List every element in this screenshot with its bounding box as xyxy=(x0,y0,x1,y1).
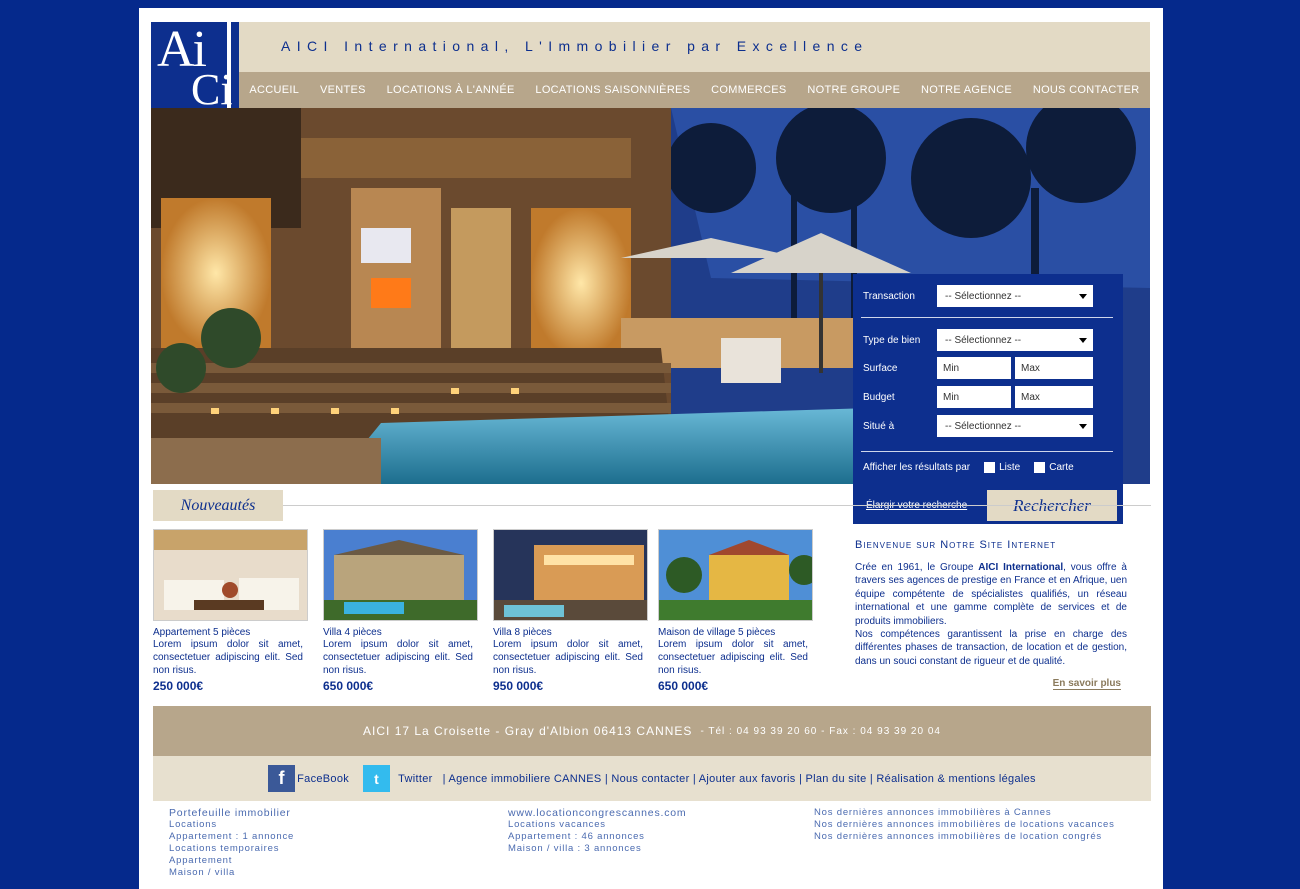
listing-price: 250 000€ xyxy=(153,679,204,693)
listing-price: 650 000€ xyxy=(323,679,374,693)
situe-select[interactable]: -- Sélectionnez -- xyxy=(937,415,1093,437)
welcome-heading: Bienvenue sur Notre Site Internet xyxy=(855,539,1057,551)
budget-label: Budget xyxy=(863,391,895,403)
listing-title: Villa 8 pièces xyxy=(493,627,552,638)
footer-link[interactable]: Maison / villa xyxy=(169,867,294,879)
section-divider xyxy=(153,505,1151,506)
surface-min-input[interactable]: Min xyxy=(937,357,1011,379)
welcome-text-a: Crée en 1961, le Groupe xyxy=(855,562,979,573)
listing-price: 650 000€ xyxy=(658,679,709,693)
search-panel: Transaction -- Sélectionnez -- Type de b… xyxy=(853,274,1123,524)
listing-photo[interactable] xyxy=(493,529,648,621)
nav-accueil[interactable]: ACCUEIL xyxy=(249,84,299,96)
listing-title: Appartement 5 pièces xyxy=(153,627,251,638)
nav-locations-annee[interactable]: LOCATIONS À L'ANNÉE xyxy=(387,84,515,96)
listing-card[interactable]: Maison de village 5 pièces Lorem ipsum d… xyxy=(658,529,813,693)
footer-link[interactable]: Nos dernières annonces immobilières à Ca… xyxy=(814,807,1115,819)
facebook-link[interactable]: FaceBook xyxy=(297,773,349,785)
listing-price: 950 000€ xyxy=(493,679,544,693)
logo-bar xyxy=(227,22,231,108)
welcome-brand: AICI International xyxy=(978,562,1064,573)
footer-link[interactable]: Locations xyxy=(169,819,294,831)
budget-min-input[interactable]: Min xyxy=(937,386,1011,408)
surface-max-input[interactable]: Max xyxy=(1015,357,1093,379)
listing-card[interactable]: Appartement 5 pièces Lorem ipsum dolor s… xyxy=(153,529,308,693)
footer-col-3: Nos dernières annonces immobilières à Ca… xyxy=(814,807,1115,843)
footer-col-2: www.locationcongrescannes.com Locations … xyxy=(508,807,686,855)
listing-photo[interactable] xyxy=(323,529,478,621)
footer-link[interactable]: Appartement xyxy=(169,855,294,867)
liste-label: Liste xyxy=(999,462,1021,473)
situe-row: Situé à -- Sélectionnez -- xyxy=(863,415,1093,437)
listing-title: Villa 4 pièces xyxy=(323,627,382,638)
address-bar: AICI 17 La Croisette - Gray d'Albion 064… xyxy=(153,706,1151,756)
surface-label: Surface xyxy=(863,362,898,374)
en-savoir-plus-link[interactable]: En savoir plus xyxy=(1052,678,1121,690)
nav-ventes[interactable]: VENTES xyxy=(320,84,366,96)
search-divider xyxy=(861,317,1113,318)
listing-photo[interactable] xyxy=(658,529,813,621)
listing-photo[interactable] xyxy=(153,529,308,621)
footer-link[interactable]: Portefeuille immobilier xyxy=(169,807,294,819)
social-bar: f FaceBook t Twitter | Agence immobilier… xyxy=(153,756,1151,801)
footer-col-1: Portefeuille immobilier Locations Appart… xyxy=(169,807,294,879)
transaction-row: Transaction -- Sélectionnez -- xyxy=(863,285,1093,307)
type-select[interactable]: -- Sélectionnez -- xyxy=(937,329,1093,351)
transaction-label: Transaction xyxy=(863,290,915,302)
logo[interactable]: Ai Ci xyxy=(151,21,239,114)
budget-max-input[interactable]: Max xyxy=(1015,386,1093,408)
twitter-icon[interactable]: t xyxy=(363,765,391,792)
footer-link[interactable]: Appartement : 46 annonces xyxy=(508,831,686,843)
phone-fax-text: - Tél : 04 93 39 20 60 - Fax : 04 93 39 … xyxy=(700,725,941,737)
listing-desc: Lorem ipsum dolor sit amet, consectetuer… xyxy=(153,639,303,676)
header: Ai Ci AICI International, L'Immobilier p… xyxy=(151,21,1150,114)
budget-row: Budget Min Max xyxy=(863,386,1097,408)
footer-link[interactable]: Locations vacances xyxy=(508,819,686,831)
footer-link[interactable]: Nos dernières annonces immobilières de l… xyxy=(814,819,1115,831)
nav-locations-saisonnieres[interactable]: LOCATIONS SAISONNIÈRES xyxy=(535,84,690,96)
type-label: Type de bien xyxy=(863,334,921,346)
welcome-text-2: Nos compétences garantissent la prise en… xyxy=(855,629,1127,667)
carte-checkbox[interactable] xyxy=(1034,462,1046,473)
carte-label: Carte xyxy=(1049,462,1074,473)
afficher-label: Afficher les résultats par xyxy=(863,462,971,473)
footer-links[interactable]: | Agence immobiliere CANNES | Nous conta… xyxy=(443,773,1036,785)
welcome-section: Bienvenue sur Notre Site Internet Crée e… xyxy=(855,539,1127,690)
twitter-link[interactable]: Twitter xyxy=(398,773,433,785)
liste-checkbox[interactable] xyxy=(984,462,996,473)
listing-desc: Lorem ipsum dolor sit amet, consectetuer… xyxy=(323,639,473,676)
type-row: Type de bien -- Sélectionnez -- xyxy=(863,329,1093,351)
transaction-select[interactable]: -- Sélectionnez -- xyxy=(937,285,1093,307)
footer-link[interactable]: Maison / villa : 3 annonces xyxy=(508,843,686,855)
footer-link[interactable]: Appartement : 1 annonce xyxy=(169,831,294,843)
situe-label: Situé à xyxy=(863,420,895,432)
nav-notre-agence[interactable]: NOTRE AGENCE xyxy=(921,84,1012,96)
address-text: AICI 17 La Croisette - Gray d'Albion 064… xyxy=(363,724,693,738)
nav-notre-groupe[interactable]: NOTRE GROUPE xyxy=(807,84,900,96)
footer-link[interactable]: Nos dernières annonces immobilières de l… xyxy=(814,831,1115,843)
listing-card[interactable]: Villa 4 pièces Lorem ipsum dolor sit ame… xyxy=(323,529,478,693)
display-row: Afficher les résultats par Liste Carte xyxy=(863,462,1074,473)
nav-commerces[interactable]: COMMERCES xyxy=(711,84,786,96)
listing-card[interactable]: Villa 8 pièces Lorem ipsum dolor sit ame… xyxy=(493,529,648,693)
surface-row: Surface Min Max xyxy=(863,357,1097,379)
welcome-text: Crée en 1961, le Groupe AICI Internation… xyxy=(855,561,1127,668)
listing-desc: Lorem ipsum dolor sit amet, consectetuer… xyxy=(658,639,808,676)
footer-link[interactable]: www.locationcongrescannes.com xyxy=(508,807,686,819)
main-nav: ACCUEIL VENTES LOCATIONS À L'ANNÉE LOCAT… xyxy=(239,72,1150,108)
listing-desc: Lorem ipsum dolor sit amet, consectetuer… xyxy=(493,639,643,676)
nav-nous-contacter[interactable]: NOUS CONTACTER xyxy=(1033,84,1140,96)
search-divider-2 xyxy=(861,451,1113,452)
listing-title: Maison de village 5 pièces xyxy=(658,627,776,638)
facebook-icon[interactable]: f xyxy=(268,765,296,792)
page: Ai Ci AICI International, L'Immobilier p… xyxy=(139,8,1163,889)
footer-link[interactable]: Locations temporaires xyxy=(169,843,294,855)
site-tagline: AICI International, L'Immobilier par Exc… xyxy=(281,38,869,54)
nouveautes-tab[interactable]: Nouveautés xyxy=(153,490,283,521)
